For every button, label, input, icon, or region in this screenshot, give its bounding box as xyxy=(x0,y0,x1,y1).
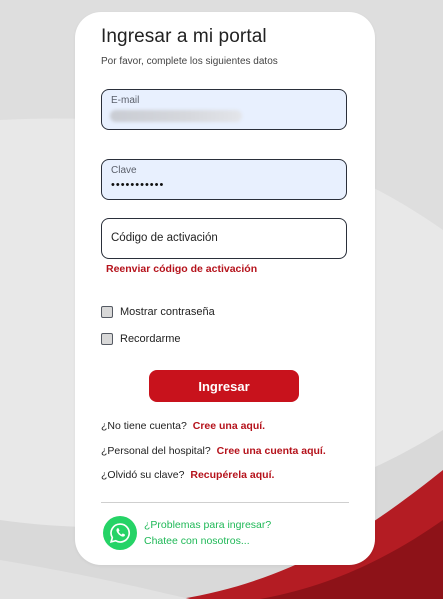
email-label: E-mail xyxy=(111,95,140,106)
password-value: ••••••••••• xyxy=(111,179,165,191)
support-line-2: Chatee con nosotros... xyxy=(144,535,250,547)
page-subtitle: Por favor, complete los siguientes datos xyxy=(101,56,278,67)
show-password-toggle[interactable]: Mostrar contraseña xyxy=(101,306,215,318)
support-line-1: ¿Problemas para ingresar? xyxy=(144,519,272,531)
page-title: Ingresar a mi portal xyxy=(101,26,267,47)
email-field[interactable]: E-mail xyxy=(101,89,347,130)
activation-code-placeholder: Código de activación xyxy=(111,232,218,244)
staff-signup-link[interactable]: Cree una cuenta aquí. xyxy=(217,445,326,457)
show-password-label: Mostrar contraseña xyxy=(120,306,215,318)
staff-signup-row: ¿Personal del hospital? Cree una cuenta … xyxy=(101,445,326,457)
remember-me-checkbox[interactable] xyxy=(101,333,113,345)
whatsapp-support-link[interactable]: ¿Problemas para ingresar? Chatee con nos… xyxy=(144,517,271,549)
remember-me-label: Recordarme xyxy=(120,333,181,345)
login-card: Ingresar a mi portal Por favor, complete… xyxy=(75,12,375,565)
password-label: Clave xyxy=(111,165,137,176)
staff-signup-question: ¿Personal del hospital? xyxy=(101,445,211,457)
whatsapp-icon[interactable] xyxy=(103,516,137,550)
divider xyxy=(101,502,349,503)
password-field[interactable]: Clave ••••••••••• xyxy=(101,159,347,200)
show-password-checkbox[interactable] xyxy=(101,306,113,318)
signup-row: ¿No tiene cuenta? Cree una aquí. xyxy=(101,420,265,432)
activation-code-field[interactable]: Código de activación xyxy=(101,218,347,259)
recover-row: ¿Olvidó su clave? Recupérela aquí. xyxy=(101,469,274,481)
signup-link[interactable]: Cree una aquí. xyxy=(193,420,265,432)
login-button[interactable]: Ingresar xyxy=(149,370,299,402)
recover-password-link[interactable]: Recupérela aquí. xyxy=(190,469,274,481)
email-redacted-value xyxy=(110,110,242,122)
recover-question: ¿Olvidó su clave? xyxy=(101,469,185,481)
resend-activation-link[interactable]: Reenviar código de activación xyxy=(106,263,257,275)
signup-question: ¿No tiene cuenta? xyxy=(101,420,187,432)
remember-me-toggle[interactable]: Recordarme xyxy=(101,333,181,345)
